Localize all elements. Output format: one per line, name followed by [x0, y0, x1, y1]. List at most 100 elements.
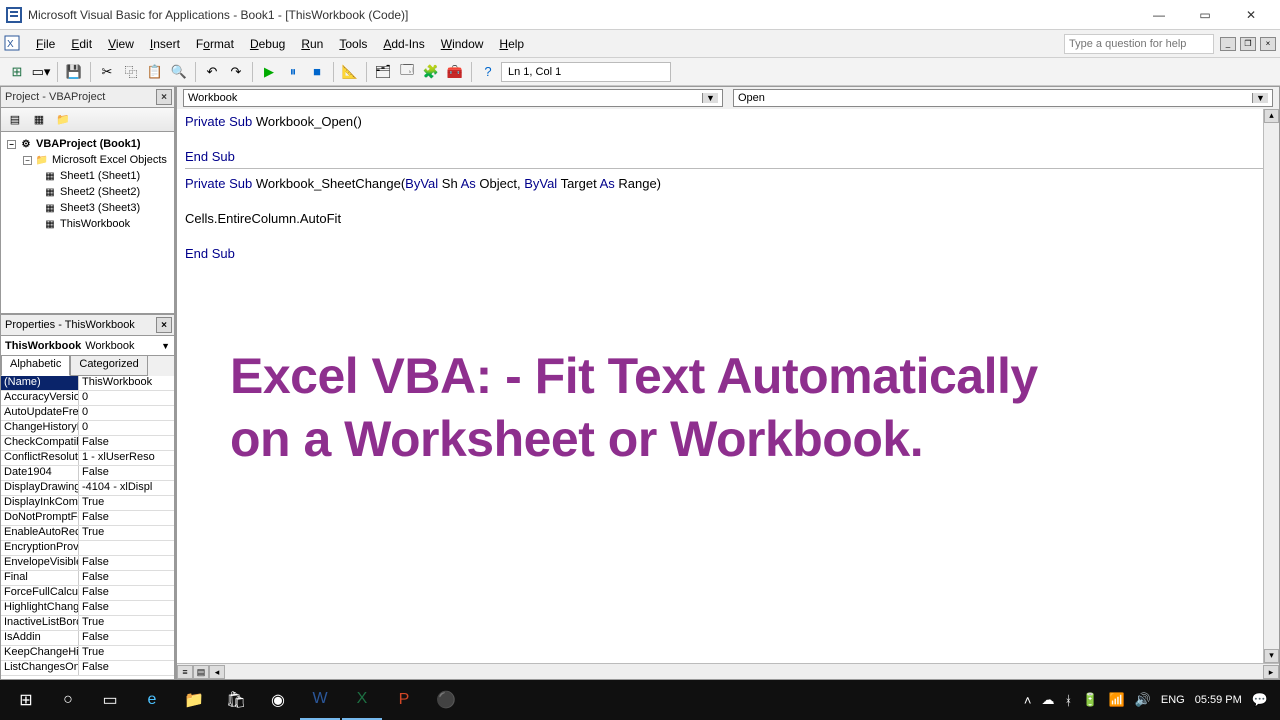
language-indicator[interactable]: ENG	[1161, 694, 1185, 706]
minimize-button[interactable]: —	[1136, 0, 1182, 30]
excel-objects-folder[interactable]: − 📁 Microsoft Excel Objects	[5, 152, 170, 168]
view-object-button[interactable]: ▦	[29, 111, 49, 129]
bluetooth-icon[interactable]: ᚼ	[1065, 693, 1073, 708]
insert-module-button[interactable]: ▭▾	[30, 61, 52, 83]
property-row[interactable]: IsAddinFalse	[1, 631, 174, 646]
menu-view[interactable]: View	[100, 33, 142, 55]
sheet-node[interactable]: ▦Sheet3 (Sheet3)	[5, 200, 170, 216]
properties-panel-close-button[interactable]: ×	[156, 317, 172, 333]
property-value[interactable]: 0	[79, 391, 174, 405]
toolbox-button[interactable]: 🧰	[444, 61, 466, 83]
reset-button[interactable]: ■	[306, 61, 328, 83]
collapse-icon[interactable]: −	[7, 140, 16, 149]
excel-button[interactable]: X	[342, 680, 382, 720]
cut-button[interactable]: ✂	[96, 61, 118, 83]
property-row[interactable]: ConflictResolutio1 - xlUserReso	[1, 451, 174, 466]
horizontal-scrollbar[interactable]: ≡ ▤ ◂ ▸	[177, 663, 1279, 679]
powerpoint-button[interactable]: P	[384, 680, 424, 720]
undo-button[interactable]: ↶	[201, 61, 223, 83]
menu-insert[interactable]: Insert	[142, 33, 188, 55]
menu-help[interactable]: Help	[491, 33, 532, 55]
scroll-right-icon[interactable]: ▸	[1263, 665, 1279, 679]
property-row[interactable]: AccuracyVersion0	[1, 391, 174, 406]
property-row[interactable]: ListChangesOnNFalse	[1, 661, 174, 676]
project-root-node[interactable]: − ⚙ VBAProject (Book1)	[5, 136, 170, 152]
object-dropdown[interactable]: Workbook▼	[183, 89, 723, 107]
word-button[interactable]: W	[300, 680, 340, 720]
property-value[interactable]: 1 - xlUserReso	[79, 451, 174, 465]
scroll-down-icon[interactable]: ▾	[1264, 649, 1279, 663]
workbook-node[interactable]: ▦ThisWorkbook	[5, 216, 170, 232]
property-value[interactable]: False	[79, 466, 174, 480]
property-row[interactable]: EncryptionProvi	[1, 541, 174, 556]
property-row[interactable]: HighlightChangeFalse	[1, 601, 174, 616]
property-value[interactable]: True	[79, 526, 174, 540]
properties-window-button[interactable]: 🗔	[396, 61, 418, 83]
chrome-button[interactable]: ◉	[258, 680, 298, 720]
property-row[interactable]: EnvelopeVisibleFalse	[1, 556, 174, 571]
menu-debug[interactable]: Debug	[242, 33, 293, 55]
property-row[interactable]: FinalFalse	[1, 571, 174, 586]
tray-chevron-icon[interactable]: ˄	[1024, 693, 1032, 708]
property-value[interactable]: 0	[79, 406, 174, 420]
find-button[interactable]: 🔍	[168, 61, 190, 83]
sheet-node[interactable]: ▦Sheet1 (Sheet1)	[5, 168, 170, 184]
property-value[interactable]	[79, 541, 174, 555]
help-search-input[interactable]	[1064, 34, 1214, 54]
task-view-button[interactable]: ▭	[90, 680, 130, 720]
property-value[interactable]: False	[79, 631, 174, 645]
property-row[interactable]: DisplayDrawingO-4104 - xlDispl	[1, 481, 174, 496]
menu-format[interactable]: Format	[188, 33, 242, 55]
mdi-close-button[interactable]: ×	[1260, 37, 1276, 51]
property-row[interactable]: DisplayInkCommTrue	[1, 496, 174, 511]
scroll-left-icon[interactable]: ◂	[209, 665, 225, 679]
menu-file[interactable]: File	[28, 33, 63, 55]
cortana-button[interactable]: ○	[48, 680, 88, 720]
property-value[interactable]: ThisWorkbook	[79, 376, 174, 390]
menu-tools[interactable]: Tools	[331, 33, 375, 55]
properties-grid[interactable]: (Name)ThisWorkbookAccuracyVersion0AutoUp…	[0, 376, 175, 680]
design-mode-button[interactable]: 📐	[339, 61, 361, 83]
procedure-view-button[interactable]: ≡	[177, 665, 193, 679]
property-row[interactable]: Date1904False	[1, 466, 174, 481]
onedrive-icon[interactable]: ☁	[1042, 692, 1055, 708]
object-browser-button[interactable]: 🧩	[420, 61, 442, 83]
mdi-minimize-button[interactable]: _	[1220, 37, 1236, 51]
scroll-up-icon[interactable]: ▴	[1264, 109, 1279, 123]
property-value[interactable]: False	[79, 436, 174, 450]
vertical-scrollbar[interactable]: ▴ ▾	[1263, 109, 1279, 663]
tab-categorized[interactable]: Categorized	[70, 356, 147, 376]
property-row[interactable]: (Name)ThisWorkbook	[1, 376, 174, 391]
help-button[interactable]: ?	[477, 61, 499, 83]
project-explorer-button[interactable]: 🗂	[372, 61, 394, 83]
edge-button[interactable]: e	[132, 680, 172, 720]
toggle-folders-button[interactable]: 📁	[53, 111, 73, 129]
view-code-button[interactable]: ▤	[5, 111, 25, 129]
copy-button[interactable]: ⿻	[120, 61, 142, 83]
volume-icon[interactable]: 🔊	[1135, 692, 1151, 708]
view-excel-button[interactable]: ⊞	[6, 61, 28, 83]
property-value[interactable]: False	[79, 571, 174, 585]
tab-alphabetic[interactable]: Alphabetic	[1, 356, 70, 376]
property-row[interactable]: DoNotPromptFoFalse	[1, 511, 174, 526]
menu-window[interactable]: Window	[433, 33, 492, 55]
battery-icon[interactable]: 🔋	[1082, 692, 1098, 708]
property-value[interactable]: 0	[79, 421, 174, 435]
project-panel-close-button[interactable]: ×	[156, 89, 172, 105]
run-button[interactable]: ▶	[258, 61, 280, 83]
property-value[interactable]: False	[79, 556, 174, 570]
property-row[interactable]: ChangeHistoryD0	[1, 421, 174, 436]
wifi-icon[interactable]: 📶	[1109, 692, 1125, 708]
properties-object-selector[interactable]: ThisWorkbook Workbook ▼	[0, 336, 175, 356]
maximize-button[interactable]: ▭	[1182, 0, 1228, 30]
property-row[interactable]: KeepChangeHisTrue	[1, 646, 174, 661]
start-button[interactable]: ⊞	[6, 680, 46, 720]
clock[interactable]: 05:59 PM	[1195, 694, 1242, 706]
redo-button[interactable]: ↷	[225, 61, 247, 83]
collapse-icon[interactable]: −	[23, 156, 32, 165]
file-explorer-button[interactable]: 📁	[174, 680, 214, 720]
property-value[interactable]: False	[79, 601, 174, 615]
procedure-dropdown[interactable]: Open▼	[733, 89, 1273, 107]
break-button[interactable]: ⏸	[282, 61, 304, 83]
property-value[interactable]: False	[79, 661, 174, 675]
